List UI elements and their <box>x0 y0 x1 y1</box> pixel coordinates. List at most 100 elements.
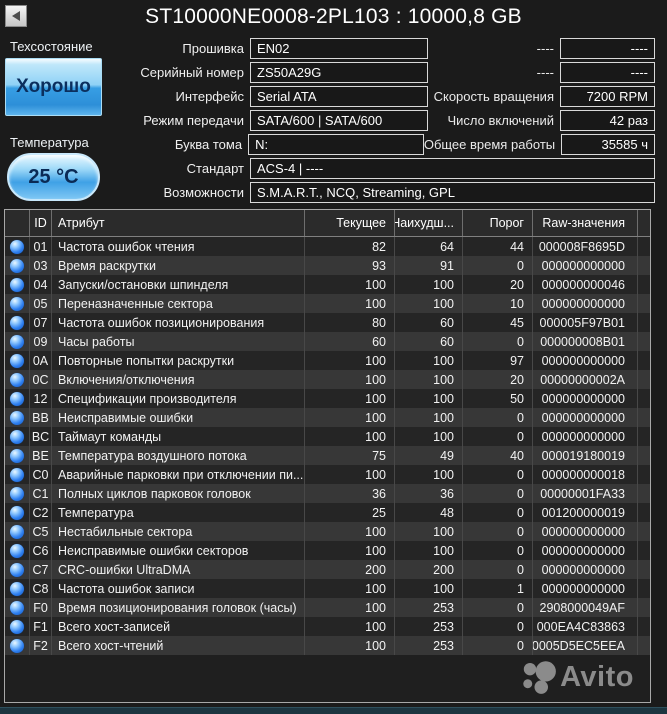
field-value-box-right: 7200 RPM <box>560 86 655 107</box>
cell-worst: 253 <box>395 617 463 636</box>
cell-threshold: 0 <box>463 617 533 636</box>
header-worst: Наихудш... <box>395 210 463 236</box>
smart-attribute-row[interactable]: 05 Переназначенные сектора 100 100 10 00… <box>5 294 650 313</box>
field-value-box: EN02 <box>250 38 428 59</box>
status-ok-icon <box>10 544 24 558</box>
cell-id: C2 <box>30 503 52 522</box>
smart-attribute-row[interactable]: C5 Нестабильные сектора 100 100 0 000000… <box>5 522 650 541</box>
status-ok-icon <box>10 240 24 254</box>
cell-worst: 100 <box>395 351 463 370</box>
cell-worst: 100 <box>395 541 463 560</box>
cell-threshold: 10 <box>463 294 533 313</box>
cell-raw-value: 001200000019 <box>533 503 638 522</box>
cell-attribute: Запуски/остановки шпинделя <box>52 275 305 294</box>
smart-attribute-row[interactable]: C8 Частота ошибок записи 100 100 1 00000… <box>5 579 650 598</box>
table-body: 01 Частота ошибок чтения 82 64 44 000008… <box>5 237 650 655</box>
smart-attribute-row[interactable]: 07 Частота ошибок позиционирования 80 60… <box>5 313 650 332</box>
status-ok-icon <box>10 373 24 387</box>
cell-attribute: Время раскрутки <box>52 256 305 275</box>
cell-attribute: Всего хост-чтений <box>52 636 305 655</box>
cell-threshold: 0 <box>463 522 533 541</box>
cell-worst: 60 <box>395 332 463 351</box>
status-indicator-cell <box>5 332 30 351</box>
smart-attribute-row[interactable]: 03 Время раскрутки 93 91 0 000000000000 <box>5 256 650 275</box>
smart-attribute-row[interactable]: F0 Время позиционирования головок (часы)… <box>5 598 650 617</box>
cell-attribute: Частота ошибок позиционирования <box>52 313 305 332</box>
cell-raw-value: 000EA4C83863 <box>533 617 638 636</box>
cell-worst: 200 <box>395 560 463 579</box>
avito-watermark-text: Avito <box>560 661 634 694</box>
cell-raw-value: 000005F97B01 <box>533 313 638 332</box>
cell-id: BB <box>30 408 52 427</box>
field-value-box-right: ---- <box>560 38 655 59</box>
cell-threshold: 0 <box>463 484 533 503</box>
cell-raw-value: 000019180019 <box>533 446 638 465</box>
field-value-box: N: <box>248 134 424 155</box>
cell-raw-value: 2908000049AF <box>533 598 638 617</box>
cell-attribute: Неисправимые ошибки секторов <box>52 541 305 560</box>
cell-worst: 91 <box>395 256 463 275</box>
smart-attribute-row[interactable]: 12 Спецификации производителя 100 100 50… <box>5 389 650 408</box>
status-indicator-cell <box>5 370 30 389</box>
cell-raw-value: 000000000000 <box>533 427 638 446</box>
smart-attribute-row[interactable]: BC Таймаут команды 100 100 0 00000000000… <box>5 427 650 446</box>
cell-raw-value: 000000000000 <box>533 256 638 275</box>
cell-current: 100 <box>305 294 395 313</box>
smart-attribute-row[interactable]: C0 Аварийные парковки при отключении пи.… <box>5 465 650 484</box>
smart-attribute-row[interactable]: 09 Часы работы 60 60 0 000000008B01 <box>5 332 650 351</box>
cell-threshold: 97 <box>463 351 533 370</box>
smart-attribute-row[interactable]: 04 Запуски/остановки шпинделя 100 100 20… <box>5 275 650 294</box>
status-indicator-cell <box>5 579 30 598</box>
cell-id: C5 <box>30 522 52 541</box>
smart-attribute-row[interactable]: 0C Включения/отключения 100 100 20 00000… <box>5 370 650 389</box>
cell-current: 200 <box>305 560 395 579</box>
status-indicator-cell <box>5 408 30 427</box>
cell-current: 100 <box>305 389 395 408</box>
cell-current: 100 <box>305 579 395 598</box>
status-ok-icon <box>10 430 24 444</box>
field-value-box-right: 35585 ч <box>561 134 655 155</box>
smart-attribute-row[interactable]: F2 Всего хост-чтений 100 253 0 0005D5EC5… <box>5 636 650 655</box>
cell-threshold: 0 <box>463 541 533 560</box>
status-ok-icon <box>10 449 24 463</box>
field-value: S.M.A.R.T., NCQ, Streaming, GPL <box>257 185 455 200</box>
smart-attribute-row[interactable]: BB Неисправимые ошибки 100 100 0 0000000… <box>5 408 650 427</box>
smart-attribute-row[interactable]: C7 CRC-ошибки UltraDMA 200 200 0 0000000… <box>5 560 650 579</box>
field-label: Серийный номер <box>104 65 250 80</box>
smart-attribute-row[interactable]: C6 Неисправимые ошибки секторов 100 100 … <box>5 541 650 560</box>
smart-attribute-row[interactable]: 0A Повторные попытки раскрутки 100 100 9… <box>5 351 650 370</box>
status-indicator-cell <box>5 256 30 275</box>
info-field-row: Стандарт ACS-4 | ---- <box>0 156 655 180</box>
cell-id: 0A <box>30 351 52 370</box>
cell-raw-value: 000000000000 <box>533 408 638 427</box>
header-indicator-cell <box>5 210 30 236</box>
smart-attribute-row[interactable]: C2 Температура 25 48 0 001200000019 <box>5 503 650 522</box>
smart-attribute-row[interactable]: F1 Всего хост-записей 100 253 0 000EA4C8… <box>5 617 650 636</box>
field-label-right: Скорость вращения <box>428 89 560 104</box>
cell-threshold: 44 <box>463 237 533 256</box>
smart-attribute-row[interactable]: 01 Частота ошибок чтения 82 64 44 000008… <box>5 237 650 256</box>
cell-current: 100 <box>305 351 395 370</box>
field-value-box: S.M.A.R.T., NCQ, Streaming, GPL <box>250 182 655 203</box>
cell-attribute: Температура воздушного потока <box>52 446 305 465</box>
cell-raw-value: 0005D5EC5EEA <box>533 636 638 655</box>
smart-attribute-row[interactable]: C1 Полных циклов парковок головок 36 36 … <box>5 484 650 503</box>
cell-id: C7 <box>30 560 52 579</box>
field-value-box: Serial ATA <box>250 86 428 107</box>
cell-current: 80 <box>305 313 395 332</box>
status-ok-icon <box>10 335 24 349</box>
status-indicator-cell <box>5 237 30 256</box>
bottom-accent-bar <box>0 707 667 714</box>
status-ok-icon <box>10 525 24 539</box>
status-ok-icon <box>10 563 24 577</box>
status-ok-icon <box>10 392 24 406</box>
cell-current: 100 <box>305 465 395 484</box>
cell-worst: 49 <box>395 446 463 465</box>
table-header-row: ID Атрибут Текущее Наихудш... Порог Raw-… <box>5 210 650 237</box>
cell-id: C1 <box>30 484 52 503</box>
cell-attribute: Неисправимые ошибки <box>52 408 305 427</box>
header-attribute: Атрибут <box>52 210 305 236</box>
cell-id: C6 <box>30 541 52 560</box>
cell-worst: 100 <box>395 294 463 313</box>
smart-attribute-row[interactable]: BE Температура воздушного потока 75 49 4… <box>5 446 650 465</box>
